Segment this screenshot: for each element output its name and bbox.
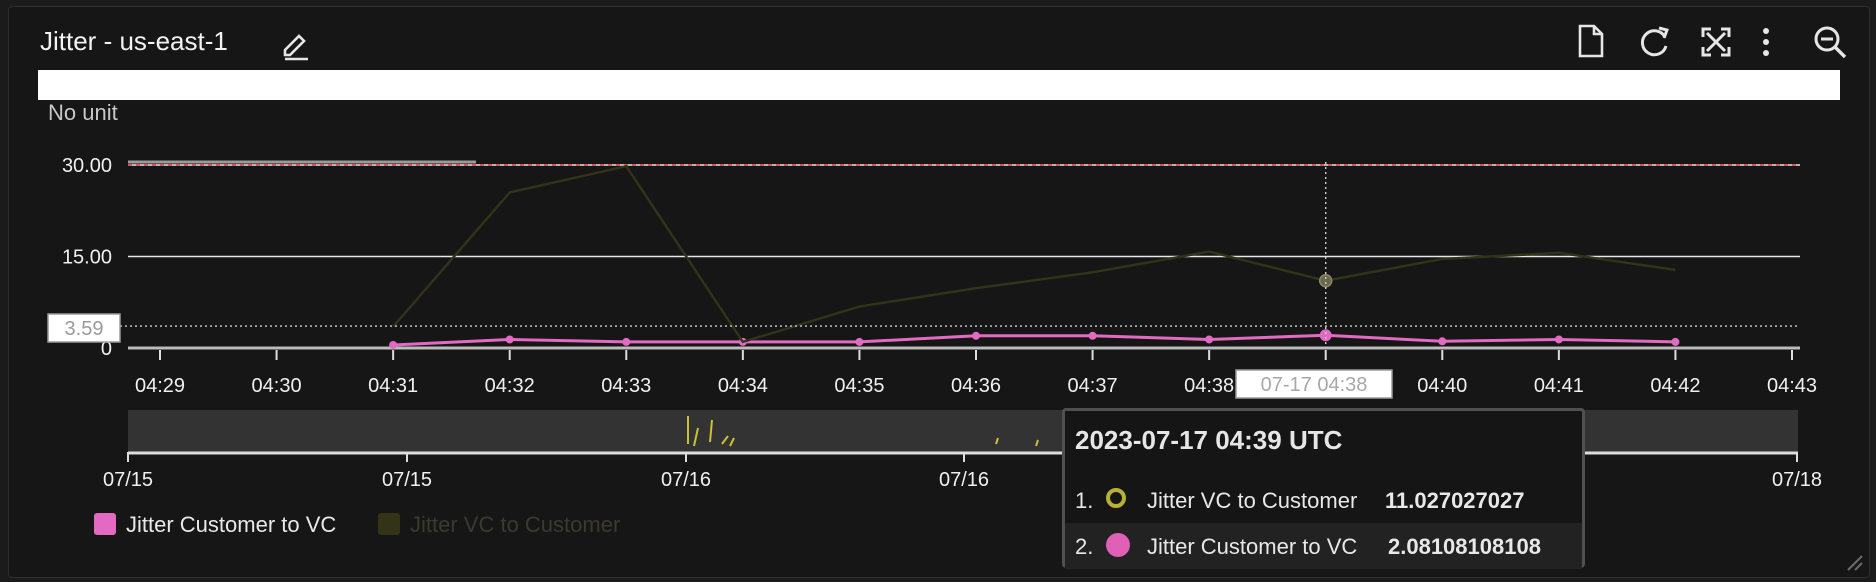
navigator-label: 07/18 [1772, 469, 1822, 491]
x-tick-label: 04:31 [368, 375, 418, 397]
tooltip-series-name: Jitter Customer to VC [1147, 534, 1358, 559]
x-tick-label: 04:38 [1184, 375, 1234, 397]
crosshair-y-label: 3.59 [65, 318, 104, 340]
series-point [1319, 329, 1332, 342]
tooltip-row-number: 2. [1075, 534, 1094, 559]
y-tick-label: 15.00 [62, 247, 112, 269]
crosshair-x-label: 07-17 04:38 [1261, 374, 1368, 396]
tooltip-series-value: 11.027027027 [1385, 488, 1525, 513]
tooltip-row: 2. Jitter Customer to VC 2.08108108108 [1065, 523, 1582, 569]
navigator-label: 07/15 [103, 469, 153, 491]
axis-layer: 30.0015.00004:29 04:30 04:31 04:32 04:33 04:3… [62, 155, 1817, 397]
series-point [389, 340, 398, 349]
x-tick-label: 04:36 [951, 375, 1001, 397]
series-point [1438, 337, 1447, 346]
series-point [1554, 335, 1563, 344]
series-swatch-icon [1106, 533, 1130, 557]
x-tick-label: 04:29 [135, 375, 185, 397]
x-tick-label: 04:40 [1417, 375, 1467, 397]
tooltip-timestamp: 2023-07-17 04:39 UTC [1075, 425, 1343, 455]
series-line-customer-to-vc [393, 333, 1676, 347]
series-point [622, 337, 631, 346]
tooltip-series-name: Jitter VC to Customer [1147, 488, 1358, 513]
x-tick-label: 04:32 [485, 375, 535, 397]
line-chart[interactable]: 07/15 07/15 07/16 07/16 07/18 30.0015.00004:… [0, 0, 1876, 582]
navigator-label: 07/15 [382, 469, 432, 491]
legend-swatch-icon [378, 513, 400, 535]
x-tick-label: 04:41 [1534, 375, 1584, 397]
data-tooltip: 2023-07-17 04:39 UTC 1. Jitter VC to Cus… [1062, 408, 1585, 569]
series-point [505, 335, 514, 344]
x-tick-label: 04:37 [1068, 375, 1118, 397]
series-point [1205, 335, 1214, 344]
series-point [1088, 331, 1097, 340]
series-point [855, 337, 864, 346]
series-layer [389, 164, 1680, 349]
grid-layer [128, 160, 1800, 350]
series-point [972, 331, 980, 340]
x-tick-label: 04:35 [834, 375, 884, 397]
legend-label: Jitter VC to Customer [410, 512, 621, 537]
x-tick-label: 04:43 [1767, 375, 1817, 397]
tooltip-row-number: 1. [1075, 488, 1094, 513]
series-point [1671, 337, 1680, 346]
series-point [1318, 273, 1333, 288]
navigator-label: 07/16 [661, 469, 711, 491]
x-tick-label: 04:42 [1650, 375, 1700, 397]
tooltip-series-value: 2.08108108108 [1388, 534, 1541, 559]
legend-swatch-icon [94, 513, 116, 535]
tooltip-row: 1. Jitter VC to Customer 11.027027027 [1065, 477, 1582, 523]
series-swatch-icon [1106, 488, 1126, 508]
x-tick-label: 04:30 [252, 375, 302, 397]
navigator-label: 07/16 [939, 469, 989, 491]
resize-handle-icon[interactable] [1844, 552, 1864, 572]
x-tick-label: 04:33 [601, 375, 651, 397]
legend-label: Jitter Customer to VC [126, 512, 337, 537]
y-tick-label: 30.00 [62, 155, 112, 177]
crosshair-layer: 3.59 07-17 04:38 [47, 162, 1800, 399]
series-line-vc-to-customer [392, 164, 1676, 344]
x-tick-label: 04:34 [718, 375, 768, 397]
